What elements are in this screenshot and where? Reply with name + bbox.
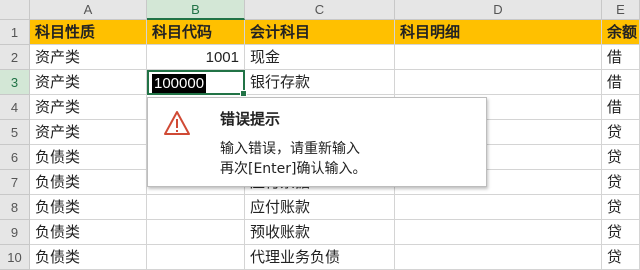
- cell-a-1[interactable]: 科目性质: [30, 20, 147, 45]
- cell-b-2[interactable]: 1001: [147, 45, 245, 70]
- cell-e-4[interactable]: 借: [602, 95, 640, 120]
- cell-e-5[interactable]: 贷: [602, 120, 640, 145]
- cell-c-8[interactable]: 应付账款: [245, 195, 395, 220]
- cell-e-2[interactable]: 借: [602, 45, 640, 70]
- cell-e-8[interactable]: 贷: [602, 195, 640, 220]
- cell-d-10[interactable]: [395, 245, 602, 270]
- cell-e-6[interactable]: 贷: [602, 145, 640, 170]
- row-header[interactable]: 1: [0, 20, 30, 45]
- cell-c-3[interactable]: 银行存款: [245, 70, 395, 95]
- cell-a-10[interactable]: 负债类: [30, 245, 147, 270]
- cell-d-8[interactable]: [395, 195, 602, 220]
- row-header[interactable]: 2: [0, 45, 30, 70]
- column-header-d[interactable]: D: [395, 0, 602, 20]
- column-header-e[interactable]: E: [602, 0, 640, 20]
- error-tip-message-line1: 输入错误，请重新输入: [220, 141, 360, 157]
- active-cell-value: 100000: [152, 74, 207, 93]
- table-row: 1 科目性质 科目代码 会计科目 科目明细 余额: [0, 20, 640, 45]
- table-row: 8 负债类 应付账款 贷: [0, 195, 640, 220]
- fill-handle[interactable]: [240, 90, 247, 97]
- table-row: 2 资产类 1001 现金 借: [0, 45, 640, 70]
- warning-icon: [164, 111, 190, 135]
- cell-b-8[interactable]: [147, 195, 245, 220]
- row-header[interactable]: 7: [0, 170, 30, 195]
- cell-e-9[interactable]: 贷: [602, 220, 640, 245]
- cell-b-9[interactable]: [147, 220, 245, 245]
- cell-a-5[interactable]: 资产类: [30, 120, 147, 145]
- cell-c-9[interactable]: 预收账款: [245, 220, 395, 245]
- row-header[interactable]: 5: [0, 120, 30, 145]
- column-header-a[interactable]: A: [30, 0, 147, 20]
- cell-a-7[interactable]: 负债类: [30, 170, 147, 195]
- row-header[interactable]: 6: [0, 145, 30, 170]
- cell-d-1[interactable]: 科目明细: [395, 20, 602, 45]
- row-header[interactable]: 8: [0, 195, 30, 220]
- cell-c-1[interactable]: 会计科目: [245, 20, 395, 45]
- row-header[interactable]: 10: [0, 245, 30, 270]
- cell-e-7[interactable]: 贷: [602, 170, 640, 195]
- cell-d-9[interactable]: [395, 220, 602, 245]
- error-tip-message-line2: 再次[Enter]确认输入。: [220, 161, 367, 177]
- error-alert-tooltip: 错误提示 输入错误，请重新输入 再次[Enter]确认输入。: [147, 97, 487, 187]
- cell-a-6[interactable]: 负债类: [30, 145, 147, 170]
- table-row: 9 负债类 预收账款 贷: [0, 220, 640, 245]
- column-header-b[interactable]: B: [147, 0, 245, 20]
- cell-e-10[interactable]: 贷: [602, 245, 640, 270]
- row-header[interactable]: 9: [0, 220, 30, 245]
- column-header-row: A B C D E: [0, 0, 640, 20]
- select-all-corner[interactable]: [0, 0, 30, 20]
- table-row: 10 负债类 代理业务负债 贷: [0, 245, 640, 270]
- column-header-c[interactable]: C: [245, 0, 395, 20]
- spreadsheet: A B C D E 1 科目性质 科目代码 会计科目 科目明细 余额 2 资产类 1001 现金借…: [0, 0, 640, 270]
- cell-a-4[interactable]: 资产类: [30, 95, 147, 120]
- active-cell-b3[interactable]: 100000: [147, 70, 247, 97]
- table-row: 3 资产类 银行存款 借: [0, 70, 640, 95]
- row-header[interactable]: 3: [0, 70, 30, 95]
- cell-a-9[interactable]: 负债类: [30, 220, 147, 245]
- cell-c-10[interactable]: 代理业务负债: [245, 245, 395, 270]
- cell-b-10[interactable]: [147, 245, 245, 270]
- row-header[interactable]: 4: [0, 95, 30, 120]
- cell-a-8[interactable]: 负债类: [30, 195, 147, 220]
- cell-e-1[interactable]: 余额: [602, 20, 640, 45]
- cell-c-2[interactable]: 现金: [245, 45, 395, 70]
- cell-a-3[interactable]: 资产类: [30, 70, 147, 95]
- cell-a-2[interactable]: 资产类: [30, 45, 147, 70]
- error-tip-title: 错误提示: [220, 110, 281, 128]
- cell-e-3[interactable]: 借: [602, 70, 640, 95]
- cell-d-3[interactable]: [395, 70, 602, 95]
- cell-d-2[interactable]: [395, 45, 602, 70]
- cell-b-1[interactable]: 科目代码: [147, 20, 245, 45]
